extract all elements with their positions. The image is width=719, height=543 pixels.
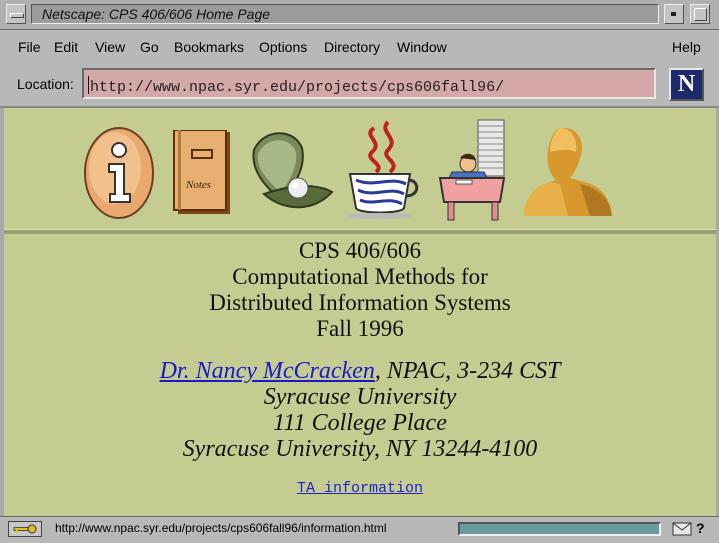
- course-heading: CPS 406/606 Computational Methods for Di…: [4, 238, 716, 342]
- heading-line-title-1: Computational Methods for: [232, 264, 488, 289]
- netscape-logo-button[interactable]: N: [669, 68, 704, 101]
- instructor-office: , NPAC, 3-234 CST: [374, 358, 561, 384]
- maximize-icon: [694, 8, 707, 21]
- progress-bar: [458, 522, 661, 536]
- instructor-link[interactable]: Dr. Nancy McCracken: [160, 358, 375, 384]
- heading-line-title-2: Distributed Information Systems: [209, 290, 511, 315]
- title-bar[interactable]: Netscape: CPS 406/606 Home Page: [0, 0, 719, 30]
- location-label: Location:: [17, 76, 74, 92]
- window-title: Netscape: CPS 406/606 Home Page: [42, 6, 271, 22]
- ta-information-link[interactable]: TA information: [297, 480, 423, 497]
- maximize-button[interactable]: [690, 4, 710, 24]
- teacher-silhouette-icon[interactable]: [520, 122, 616, 218]
- minimize-icon: [671, 12, 676, 16]
- menu-options[interactable]: Options: [259, 39, 307, 55]
- menu-view[interactable]: View: [95, 39, 125, 55]
- pearl-shell-icon[interactable]: [244, 128, 336, 218]
- menu-go[interactable]: Go: [140, 39, 159, 55]
- progress-fill: [460, 524, 659, 534]
- ta-link-row: TA information: [4, 480, 716, 497]
- netscape-logo-letter: N: [677, 71, 696, 97]
- window-menu-button[interactable]: [6, 4, 26, 24]
- status-text: http://www.npac.syr.edu/projects/cps606f…: [55, 521, 387, 535]
- heading-line-term: Fall 1996: [316, 316, 404, 341]
- window-menu-icon: [10, 13, 24, 18]
- address-line-3: Syracuse University, NY 13244-4100: [182, 436, 538, 462]
- menu-bar: File Edit View Go Bookmarks Options Dire…: [0, 30, 719, 62]
- minimize-button[interactable]: [664, 4, 684, 24]
- menu-bookmarks[interactable]: Bookmarks: [174, 39, 244, 55]
- instructor-line: Dr. Nancy McCracken, NPAC, 3-234 CST: [4, 358, 716, 384]
- java-coffee-icon[interactable]: [344, 120, 420, 220]
- instructor-address: Dr. Nancy McCracken, NPAC, 3-234 CST Syr…: [4, 358, 716, 462]
- security-key-icon[interactable]: [8, 521, 42, 537]
- location-bar: Location: http://www.npac.syr.edu/projec…: [0, 62, 719, 108]
- heading-line-course-code: CPS 406/606: [298, 238, 422, 263]
- icon-navigation-strip: Notes: [4, 116, 716, 228]
- help-question-icon[interactable]: ?: [696, 520, 705, 536]
- text-caret: [88, 76, 89, 94]
- menu-file[interactable]: File: [18, 39, 41, 55]
- horizontal-rule: [4, 229, 716, 234]
- menu-edit[interactable]: Edit: [54, 39, 78, 55]
- location-input[interactable]: http://www.npac.syr.edu/projects/cps606f…: [82, 68, 656, 99]
- notes-icon-label: Notes: [185, 179, 211, 191]
- location-url: http://www.npac.syr.edu/projects/cps606f…: [90, 79, 505, 96]
- status-bar: http://www.npac.syr.edu/projects/cps606f…: [0, 516, 719, 543]
- info-icon[interactable]: [82, 122, 156, 222]
- address-line-1: Syracuse University: [263, 384, 457, 410]
- menu-help[interactable]: Help: [672, 39, 701, 55]
- menu-window[interactable]: Window: [397, 39, 447, 55]
- notes-icon[interactable]: Notes: [170, 130, 232, 216]
- paperwork-desk-icon[interactable]: [434, 118, 510, 222]
- title-area[interactable]: Netscape: CPS 406/606 Home Page: [31, 4, 659, 24]
- page-content: Notes CPS 406/606 Computational Methods …: [4, 108, 716, 516]
- mail-icon[interactable]: [672, 520, 692, 538]
- address-line-2: 111 College Place: [273, 410, 447, 436]
- menu-directory[interactable]: Directory: [324, 39, 380, 55]
